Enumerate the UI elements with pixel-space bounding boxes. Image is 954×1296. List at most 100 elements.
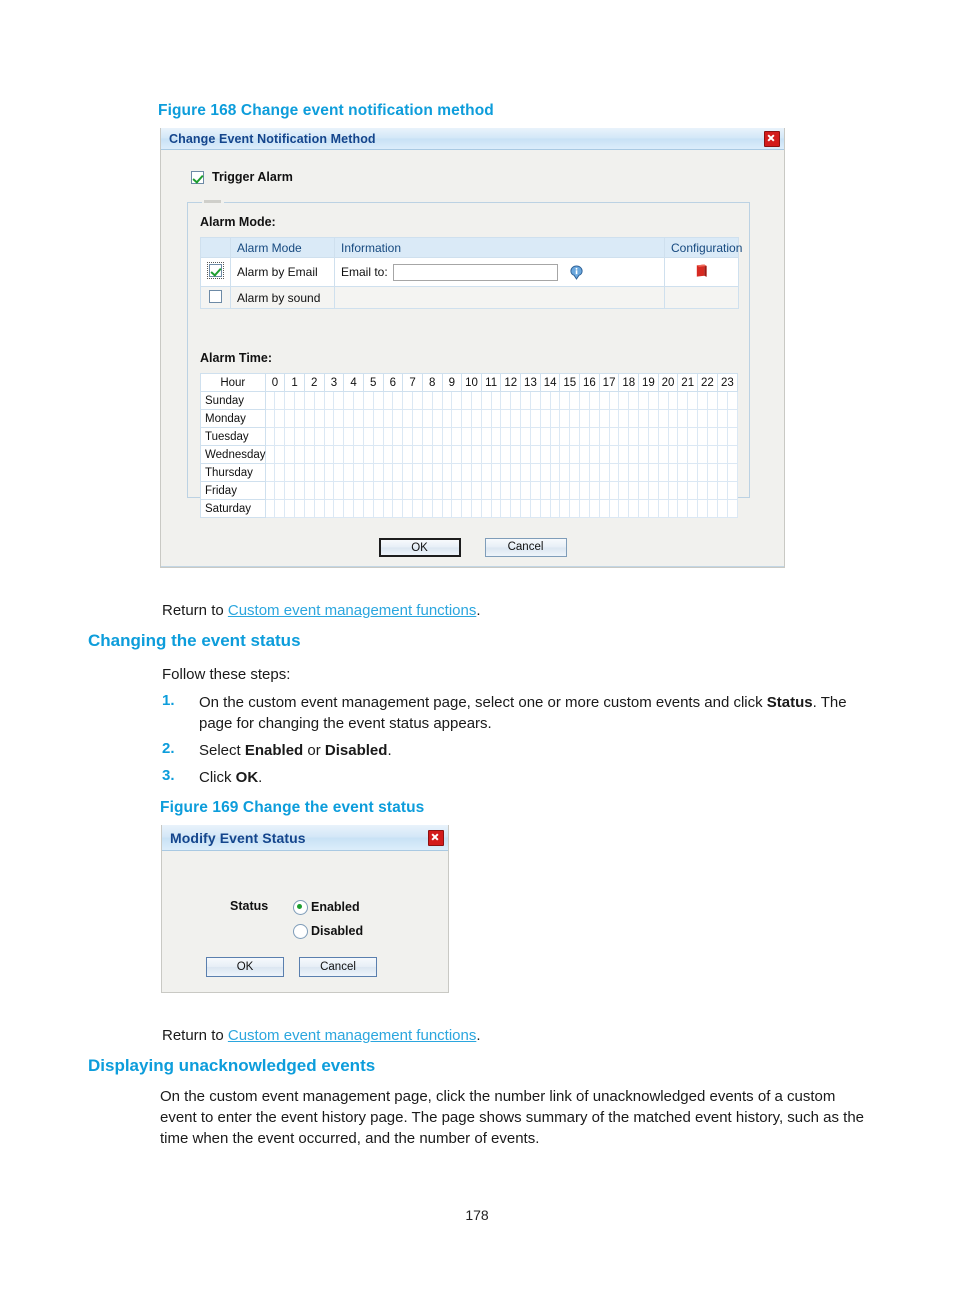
time-cell[interactable] (461, 409, 472, 428)
time-cell[interactable] (431, 481, 443, 500)
time-cell[interactable] (362, 427, 374, 446)
time-cell[interactable] (382, 499, 394, 518)
time-cell[interactable] (470, 427, 482, 446)
time-cell[interactable] (697, 463, 708, 482)
custom-event-management-link-2[interactable]: Custom event management functions (228, 1027, 476, 1044)
time-cell[interactable] (284, 445, 296, 464)
time-cell[interactable] (392, 499, 404, 518)
time-cell[interactable] (343, 427, 355, 446)
time-cell[interactable] (500, 427, 512, 446)
time-cell[interactable] (372, 481, 384, 500)
time-cell[interactable] (343, 445, 355, 464)
time-cell[interactable] (539, 499, 551, 518)
time-cell[interactable] (402, 499, 414, 518)
time-cell[interactable] (687, 391, 699, 410)
time-cell[interactable] (706, 481, 718, 500)
time-cell[interactable] (313, 499, 325, 518)
time-cell[interactable] (274, 499, 286, 518)
time-cell[interactable] (667, 445, 679, 464)
time-cell[interactable] (638, 445, 649, 464)
time-cell[interactable] (343, 409, 355, 428)
time-cell[interactable] (529, 445, 541, 464)
time-cell[interactable] (441, 445, 453, 464)
time-cell[interactable] (500, 463, 512, 482)
time-cell[interactable] (569, 409, 581, 428)
time-cell[interactable] (451, 463, 463, 482)
time-cell[interactable] (520, 391, 531, 410)
time-cell[interactable] (559, 499, 571, 518)
time-cell[interactable] (274, 391, 286, 410)
time-cell[interactable] (284, 481, 296, 500)
time-cell[interactable] (392, 481, 404, 500)
time-cell[interactable] (520, 463, 531, 482)
time-cell[interactable] (510, 427, 522, 446)
time-cell[interactable] (490, 481, 502, 500)
time-cell[interactable] (480, 499, 492, 518)
time-cell[interactable] (638, 427, 649, 446)
time-cell[interactable] (687, 499, 699, 518)
time-cell[interactable] (647, 463, 659, 482)
time-cell[interactable] (490, 445, 502, 464)
time-cell[interactable] (294, 481, 305, 500)
time-cell[interactable] (500, 391, 512, 410)
time-cell[interactable] (451, 409, 463, 428)
time-cell[interactable] (461, 481, 472, 500)
time-cell[interactable] (274, 427, 286, 446)
time-cell[interactable] (598, 481, 610, 500)
time-cell[interactable] (510, 391, 522, 410)
time-cell[interactable] (539, 445, 551, 464)
alarm-by-sound-checkbox[interactable] (209, 289, 222, 303)
time-cell[interactable] (559, 445, 571, 464)
time-cell[interactable] (657, 409, 669, 428)
time-cell[interactable] (706, 427, 718, 446)
time-cell[interactable] (618, 463, 630, 482)
time-cell[interactable] (726, 463, 739, 482)
time-cell[interactable] (392, 391, 404, 410)
time-cell[interactable] (264, 409, 276, 428)
time-cell[interactable] (333, 499, 345, 518)
alarm-by-email-checkbox[interactable] (207, 262, 224, 279)
time-cell[interactable] (470, 481, 482, 500)
time-cell[interactable] (520, 499, 531, 518)
time-cell[interactable] (421, 391, 433, 410)
time-cell[interactable] (362, 391, 374, 410)
time-cell[interactable] (706, 499, 718, 518)
time-cell[interactable] (461, 445, 472, 464)
time-cell[interactable] (726, 481, 739, 500)
time-cell[interactable] (726, 409, 739, 428)
time-cell[interactable] (628, 445, 640, 464)
radio-option-disabled[interactable]: Disabled (293, 919, 363, 943)
time-cell[interactable] (323, 463, 335, 482)
time-cell[interactable] (323, 391, 335, 410)
time-cell[interactable] (431, 445, 443, 464)
time-cell[interactable] (697, 427, 708, 446)
time-cell[interactable] (677, 499, 689, 518)
time-cell[interactable] (628, 391, 640, 410)
time-cell[interactable] (490, 463, 502, 482)
time-cell[interactable] (529, 409, 541, 428)
time-cell[interactable] (608, 427, 620, 446)
time-cell[interactable] (382, 463, 394, 482)
time-cell[interactable] (264, 463, 276, 482)
time-cell[interactable] (284, 463, 296, 482)
time-cell[interactable] (638, 391, 649, 410)
time-cell[interactable] (470, 499, 482, 518)
time-cell[interactable] (323, 481, 335, 500)
time-cell[interactable] (657, 391, 669, 410)
time-cell[interactable] (431, 427, 443, 446)
radio-option-enabled[interactable]: Enabled (293, 895, 363, 919)
time-cell[interactable] (431, 391, 443, 410)
time-cell[interactable] (303, 391, 315, 410)
time-cell[interactable] (372, 463, 384, 482)
time-cell[interactable] (294, 463, 305, 482)
time-cell[interactable] (539, 427, 551, 446)
time-cell[interactable] (264, 481, 276, 500)
time-cell[interactable] (716, 427, 728, 446)
time-cell[interactable] (667, 481, 679, 500)
time-cell[interactable] (647, 481, 659, 500)
time-cell[interactable] (480, 391, 492, 410)
time-cell[interactable] (392, 409, 404, 428)
time-cell[interactable] (412, 427, 423, 446)
time-cell[interactable] (402, 427, 414, 446)
time-cell[interactable] (382, 481, 394, 500)
